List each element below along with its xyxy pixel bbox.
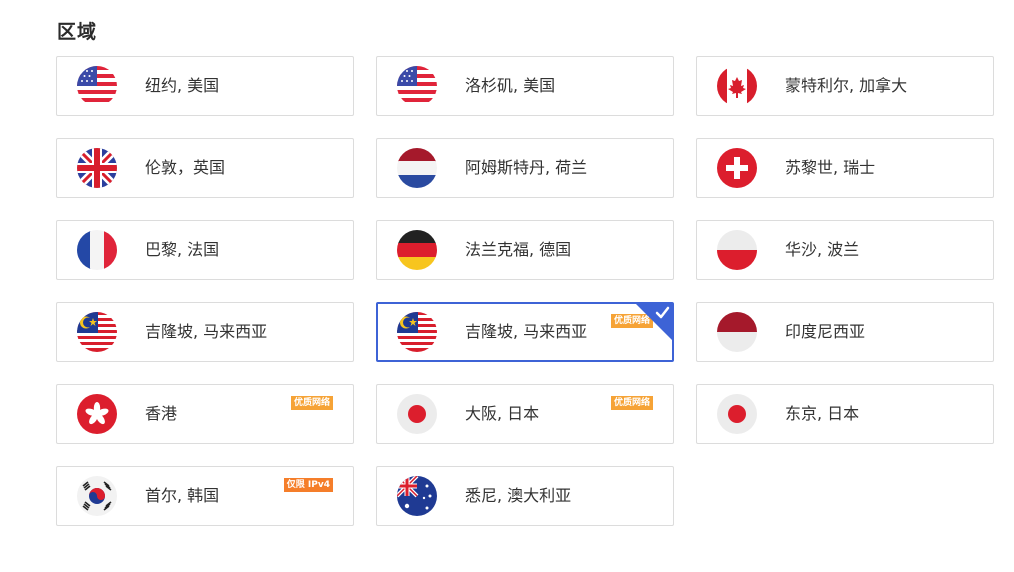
poland-flag-icon xyxy=(717,230,757,270)
region-label: 华沙, 波兰 xyxy=(785,240,860,259)
japan-flag-icon xyxy=(397,394,437,434)
korea-flag-icon xyxy=(77,476,117,516)
region-label: 吉隆坡, 马来西亚 xyxy=(465,322,588,341)
region-label: 印度尼西亚 xyxy=(785,322,866,341)
region-card-indonesia[interactable]: 印度尼西亚 xyxy=(696,302,994,362)
region-label: 苏黎世, 瑞士 xyxy=(785,158,876,177)
region-label: 吉隆坡, 马来西亚 xyxy=(145,322,268,341)
uk-flag-icon xyxy=(77,148,117,188)
australia-flag-icon xyxy=(397,476,437,516)
germany-flag-icon xyxy=(397,230,437,270)
switzerland-flag-icon xyxy=(717,148,757,188)
region-card-amsterdam[interactable]: 阿姆斯特丹, 荷兰 xyxy=(376,138,674,198)
region-card-newyork[interactable]: 纽约, 美国 xyxy=(56,56,354,116)
ipv4-only-badge: 仅限 IPv4 xyxy=(283,478,333,492)
france-flag-icon xyxy=(77,230,117,270)
region-label: 蒙特利尔, 加拿大 xyxy=(785,76,908,95)
region-card-montreal[interactable]: 蒙特利尔, 加拿大 xyxy=(696,56,994,116)
region-card-losangeles[interactable]: 洛杉矶, 美国 xyxy=(376,56,674,116)
region-label: 伦敦，英国 xyxy=(145,158,226,177)
section-title: 区域 xyxy=(57,21,98,43)
netherlands-flag-icon xyxy=(397,148,437,188)
region-label: 阿姆斯特丹, 荷兰 xyxy=(465,158,588,177)
region-label: 法兰克福, 德国 xyxy=(465,240,572,259)
region-card-frankfurt[interactable]: 法兰克福, 德国 xyxy=(376,220,674,280)
malaysia-flag-icon xyxy=(397,312,437,352)
region-card-tokyo[interactable]: 东京, 日本 xyxy=(696,384,994,444)
region-card-paris[interactable]: 巴黎, 法国 xyxy=(56,220,354,280)
region-card-osaka[interactable]: 大阪, 日本 优质网络 xyxy=(376,384,674,444)
malaysia-flag-icon xyxy=(77,312,117,352)
region-label: 大阪, 日本 xyxy=(465,404,540,423)
region-card-zurich[interactable]: 苏黎世, 瑞士 xyxy=(696,138,994,198)
region-label: 巴黎, 法国 xyxy=(145,240,220,259)
selected-check-icon xyxy=(636,304,672,340)
region-label: 首尔, 韩国 xyxy=(145,486,220,505)
premium-network-badge: 优质网络 xyxy=(290,396,333,410)
region-card-kualalumpur-premium[interactable]: 吉隆坡, 马来西亚 优质网络 xyxy=(376,302,674,362)
region-card-kualalumpur[interactable]: 吉隆坡, 马来西亚 xyxy=(56,302,354,362)
canada-flag-icon xyxy=(717,66,757,106)
premium-network-badge: 优质网络 xyxy=(610,396,653,410)
region-card-sydney[interactable]: 悉尼, 澳大利亚 xyxy=(376,466,674,526)
hongkong-flag-icon xyxy=(77,394,117,434)
us-flag-icon xyxy=(77,66,117,106)
region-label: 洛杉矶, 美国 xyxy=(465,76,556,95)
region-label: 悉尼, 澳大利亚 xyxy=(465,486,572,505)
region-label: 纽约, 美国 xyxy=(145,76,220,95)
region-card-warsaw[interactable]: 华沙, 波兰 xyxy=(696,220,994,280)
indonesia-flag-icon xyxy=(717,312,757,352)
region-card-seoul[interactable]: 首尔, 韩国 仅限 IPv4 xyxy=(56,466,354,526)
region-card-london[interactable]: 伦敦，英国 xyxy=(56,138,354,198)
region-label: 东京, 日本 xyxy=(785,404,860,423)
us-flag-icon xyxy=(397,66,437,106)
region-card-hongkong[interactable]: 香港 优质网络 xyxy=(56,384,354,444)
region-label: 香港 xyxy=(145,404,178,423)
japan-flag-icon xyxy=(717,394,757,434)
